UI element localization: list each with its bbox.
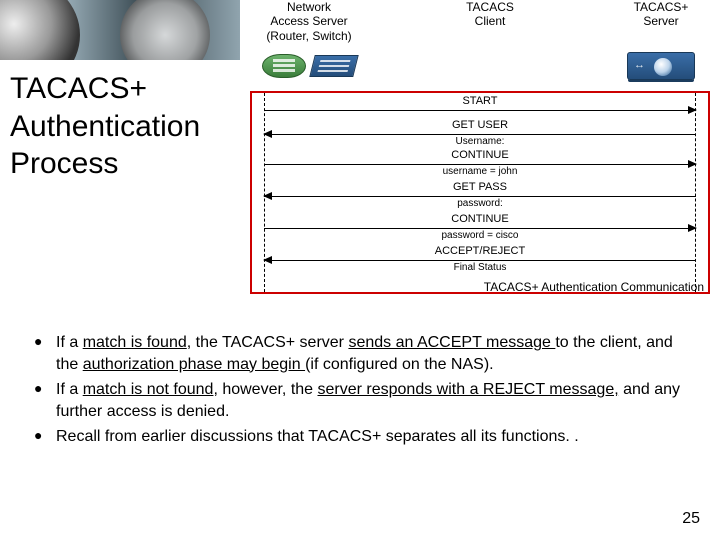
bullet-item: If a match is not found, however, the se… xyxy=(34,379,696,422)
server-label: TACACS+ Server xyxy=(616,0,706,43)
title-line: TACACS+ xyxy=(10,70,200,108)
diagram-top-labels: Network Access Server (Router, Switch) T… xyxy=(250,0,710,45)
msg-getpass: GET PASS password: xyxy=(264,183,696,205)
msg-getuser: GET USER Username: xyxy=(264,121,696,143)
bullet-item: If a match is found, the TACACS+ server … xyxy=(34,332,696,375)
page-title: TACACS+ Authentication Process xyxy=(10,70,200,183)
msg-accept-reject: ACCEPT/REJECT Final Status xyxy=(264,247,696,269)
diagram-icons xyxy=(250,45,710,87)
server-icon xyxy=(627,52,695,80)
decorative-banner xyxy=(0,0,240,60)
bullet-list: If a match is found, the TACACS+ server … xyxy=(34,332,696,452)
bullet-item: Recall from earlier discussions that TAC… xyxy=(34,426,696,448)
page-number: 25 xyxy=(682,510,700,528)
msg-continue1: CONTINUE username = john xyxy=(264,151,696,173)
title-line: Process xyxy=(10,145,200,183)
msg-start: START xyxy=(264,97,696,119)
msg-continue2: CONTINUE password = cisco xyxy=(264,215,696,237)
sequence-box: START GET USER Username: CONTINUE userna… xyxy=(250,91,710,294)
title-line: Authentication xyxy=(10,108,200,146)
sequence-diagram: Network Access Server (Router, Switch) T… xyxy=(250,0,710,295)
client-label: TACACS Client xyxy=(445,0,535,43)
arrow-right-icon xyxy=(688,106,697,114)
nas-label: Network Access Server (Router, Switch) xyxy=(254,0,364,43)
switch-icon xyxy=(309,55,358,77)
router-icon xyxy=(262,54,306,78)
diagram-caption: TACACS+ Authentication Communication xyxy=(250,280,704,297)
